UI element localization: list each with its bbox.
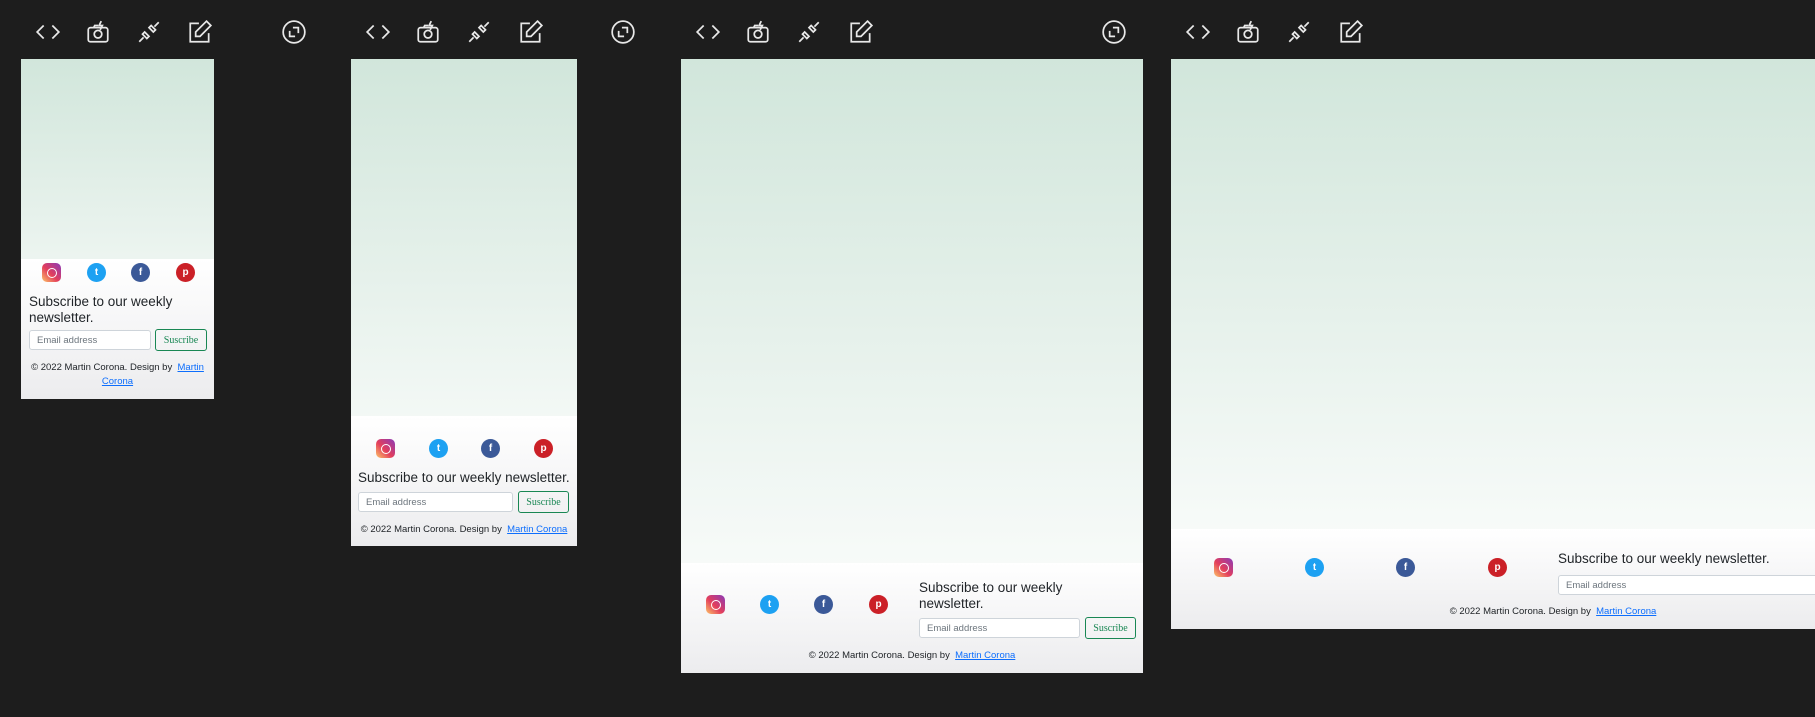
subscribe-button[interactable]: Suscribe — [155, 329, 207, 351]
newsletter-heading: Subscribe to our weekly newsletter. — [1558, 551, 1770, 566]
email-field[interactable] — [358, 492, 513, 512]
camera-icon[interactable] — [1230, 14, 1266, 50]
preview-frame-mobile: t f p Subscribe to our weekly newsletter… — [351, 59, 577, 546]
pinterest-icon[interactable]: p — [534, 439, 553, 458]
twitter-icon[interactable]: t — [1305, 558, 1324, 577]
copyright-text: © 2022 Martin Corona. Design by — [808, 650, 950, 661]
newsletter-heading-line-2: newsletter. — [29, 310, 94, 325]
copyright: © 2022 Martin Corona. Design by Martin C… — [1171, 605, 1815, 619]
plug-icon[interactable] — [791, 14, 827, 50]
email-field[interactable] — [29, 330, 151, 350]
copyright: © 2022 Martin Corona. Design by Martin C… — [25, 361, 210, 389]
resize-icon[interactable] — [1096, 14, 1132, 50]
edit-icon[interactable] — [513, 14, 549, 50]
facebook-icon[interactable]: f — [814, 595, 833, 614]
plug-icon[interactable] — [131, 14, 167, 50]
twitter-icon[interactable]: t — [87, 263, 106, 282]
designer-link[interactable]: Martin Corona — [1596, 606, 1656, 617]
instagram-icon[interactable] — [42, 263, 61, 282]
resize-icon[interactable] — [276, 14, 312, 50]
newsletter-heading-line-1: Subscribe to our weekly — [919, 580, 1063, 595]
copyright-text: © 2022 Martin Corona. Design by — [31, 362, 173, 373]
resize-icon[interactable] — [605, 14, 641, 50]
preview-frame-tablet: t f p Subscribe to our weekly newsletter… — [681, 59, 1143, 673]
code-icon[interactable] — [30, 14, 66, 50]
subscribe-button[interactable]: Suscribe — [518, 491, 569, 513]
code-icon[interactable] — [690, 14, 726, 50]
camera-icon[interactable] — [410, 14, 446, 50]
pinterest-icon[interactable]: p — [1488, 558, 1507, 577]
preview-frame-mobile-small: t f p Subscribe to our weekly newsletter… — [21, 59, 214, 399]
plug-icon[interactable] — [1281, 14, 1317, 50]
newsletter-heading: Subscribe to our weekly newsletter. — [29, 294, 209, 326]
copyright: © 2022 Martin Corona. Design by Martin C… — [681, 649, 1143, 663]
designer-link-wrap[interactable]: Corona — [102, 376, 133, 387]
twitter-icon[interactable]: t — [760, 595, 779, 614]
designer-link[interactable]: Martin Corona — [507, 524, 567, 535]
copyright: © 2022 Martin Corona. Design by Martin C… — [351, 523, 577, 537]
email-field[interactable] — [919, 618, 1080, 638]
facebook-icon[interactable]: f — [1396, 558, 1415, 577]
preview-frame-desktop: t f p Subscribe to our weekly newsletter… — [1171, 59, 1815, 629]
facebook-icon[interactable]: f — [131, 263, 150, 282]
designer-link[interactable]: Martin Corona — [955, 650, 1015, 661]
camera-icon[interactable] — [740, 14, 776, 50]
instagram-icon[interactable] — [376, 439, 395, 458]
code-icon[interactable] — [360, 14, 396, 50]
facebook-icon[interactable]: f — [481, 439, 500, 458]
newsletter-heading: Subscribe to our weekly newsletter. — [358, 470, 570, 485]
edit-icon[interactable] — [843, 14, 879, 50]
newsletter-heading: Subscribe to our weekly newsletter. — [919, 580, 1139, 612]
edit-icon[interactable] — [1333, 14, 1369, 50]
plug-icon[interactable] — [461, 14, 497, 50]
subscribe-button[interactable]: Suscribe — [1085, 617, 1136, 639]
newsletter-heading-line-2: newsletter. — [919, 596, 984, 611]
pinterest-icon[interactable]: p — [869, 595, 888, 614]
instagram-icon[interactable] — [1214, 558, 1233, 577]
code-icon[interactable] — [1180, 14, 1216, 50]
edit-icon[interactable] — [182, 14, 218, 50]
copyright-text: © 2022 Martin Corona. Design by — [360, 524, 502, 535]
pinterest-icon[interactable]: p — [176, 263, 195, 282]
twitter-icon[interactable]: t — [429, 439, 448, 458]
copyright-text: © 2022 Martin Corona. Design by — [1449, 606, 1591, 617]
designer-link[interactable]: Martin — [178, 362, 204, 373]
email-field[interactable] — [1558, 575, 1815, 595]
instagram-icon[interactable] — [706, 595, 725, 614]
camera-icon[interactable] — [80, 14, 116, 50]
newsletter-heading-line-1: Subscribe to our weekly — [29, 294, 173, 309]
